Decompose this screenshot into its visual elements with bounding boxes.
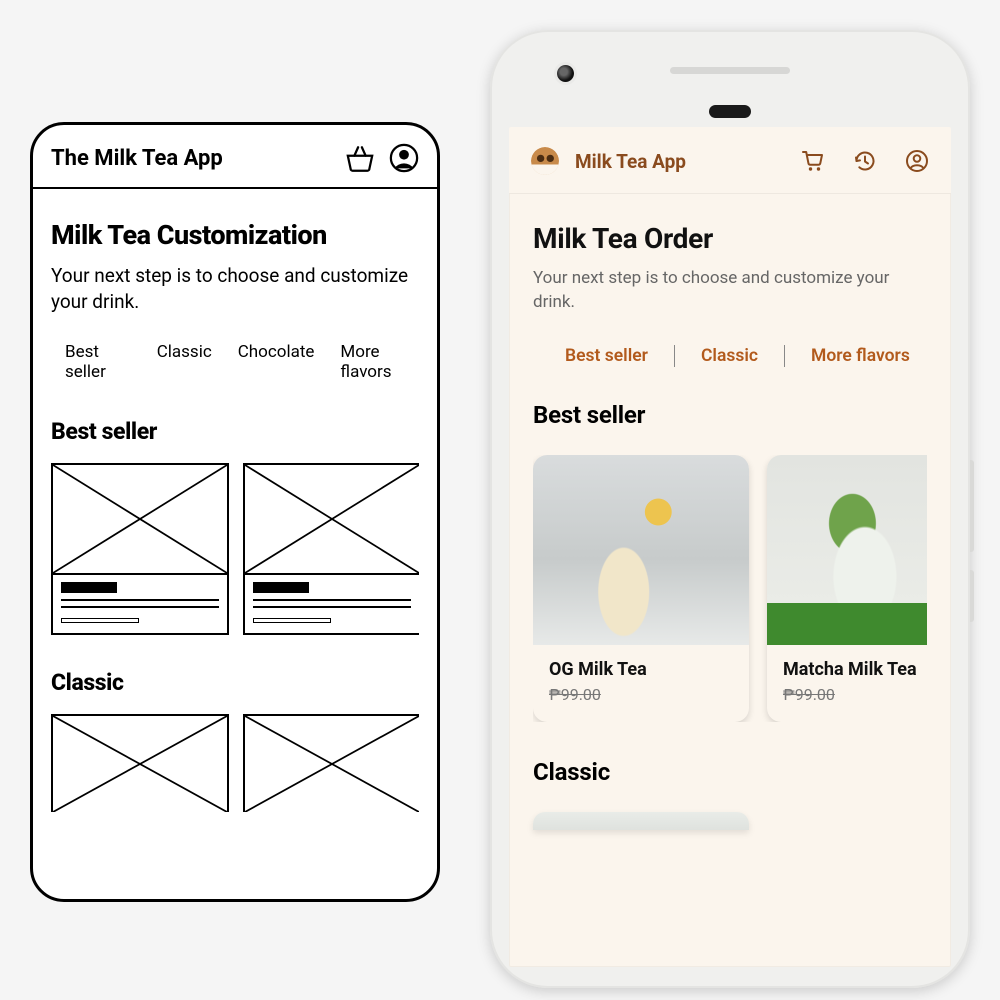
- hifi-tab-best-seller[interactable]: Best seller: [561, 346, 652, 366]
- wireframe-subtitle: Your next step is to choose and customiz…: [51, 263, 419, 314]
- hifi-app-bar: Milk Tea App: [509, 127, 951, 194]
- wireframe-section-best-seller-title: Best seller: [51, 418, 419, 445]
- basket-icon[interactable]: [345, 145, 375, 172]
- hifi-section-classic-title: Classic: [533, 758, 927, 786]
- wireframe-product-card[interactable]: [243, 463, 419, 635]
- product-card-og-milk-tea[interactable]: OG Milk Tea ₱99.00: [533, 455, 749, 722]
- image-placeholder-icon: [245, 465, 419, 575]
- profile-icon[interactable]: [389, 143, 419, 173]
- hifi-tab-bar: Best seller Classic More flavors: [533, 345, 927, 367]
- wireframe-tab-chocolate[interactable]: Chocolate: [238, 342, 315, 382]
- wireframe-app-title: The Milk Tea App: [51, 146, 223, 171]
- product-card-matcha-milk-tea[interactable]: Matcha Milk Tea ₱99.00: [767, 455, 927, 722]
- front-camera-icon: [557, 65, 574, 82]
- product-card-peek[interactable]: [533, 812, 749, 830]
- product-price: ₱99.00: [783, 685, 927, 704]
- product-name: OG Milk Tea: [549, 659, 733, 680]
- image-placeholder-icon: [53, 716, 227, 812]
- tab-separator: [784, 345, 785, 367]
- hifi-tab-classic[interactable]: Classic: [697, 346, 762, 366]
- wireframe-product-card[interactable]: [51, 714, 229, 812]
- hifi-subtitle: Your next step is to choose and customiz…: [533, 267, 927, 315]
- product-image: [767, 455, 927, 645]
- product-image: [533, 455, 749, 645]
- wireframe-app-bar: The Milk Tea App: [33, 125, 437, 189]
- image-placeholder-icon: [53, 465, 227, 575]
- product-price: ₱99.00: [549, 685, 733, 704]
- image-placeholder-icon: [245, 716, 419, 812]
- speaker-grille-icon: [670, 67, 790, 74]
- account-icon[interactable]: [905, 149, 929, 173]
- history-icon[interactable]: [853, 149, 877, 173]
- wireframe-tab-best-seller[interactable]: Best seller: [65, 342, 131, 382]
- hifi-page-title: Milk Tea Order: [533, 222, 927, 255]
- hifi-brand: Milk Tea App: [575, 150, 801, 173]
- hifi-section-best-seller-title: Best seller: [533, 401, 927, 429]
- wireframe-tab-more-flavors[interactable]: More flavors: [340, 342, 419, 382]
- wireframe-tab-classic[interactable]: Classic: [157, 342, 212, 382]
- hifi-best-seller-row[interactable]: OG Milk Tea ₱99.00 Matcha Milk Tea ₱99.0…: [533, 455, 927, 722]
- wireframe-section-classic-title: Classic: [51, 669, 419, 696]
- wireframe-phone: The Milk Tea App Milk Tea Customization …: [30, 122, 440, 902]
- hifi-phone-frame: Milk Tea App Mil: [490, 30, 970, 988]
- hifi-screen: Milk Tea App Mil: [509, 127, 951, 967]
- wireframe-best-seller-row[interactable]: [51, 463, 419, 635]
- app-logo-icon[interactable]: [531, 147, 559, 175]
- wireframe-classic-row[interactable]: [51, 714, 419, 812]
- wireframe-page-title: Milk Tea Customization: [51, 219, 419, 251]
- wireframe-product-card[interactable]: [243, 714, 419, 812]
- tab-separator: [674, 345, 675, 367]
- wireframe-product-card[interactable]: [51, 463, 229, 635]
- hifi-tab-more-flavors[interactable]: More flavors: [807, 346, 914, 366]
- product-name: Matcha Milk Tea: [783, 659, 927, 680]
- cart-icon[interactable]: [801, 149, 825, 173]
- phone-hardware-notch: [509, 49, 951, 127]
- wireframe-tab-bar: Best seller Classic Chocolate More flavo…: [51, 342, 419, 382]
- sensor-pill-icon: [709, 105, 751, 118]
